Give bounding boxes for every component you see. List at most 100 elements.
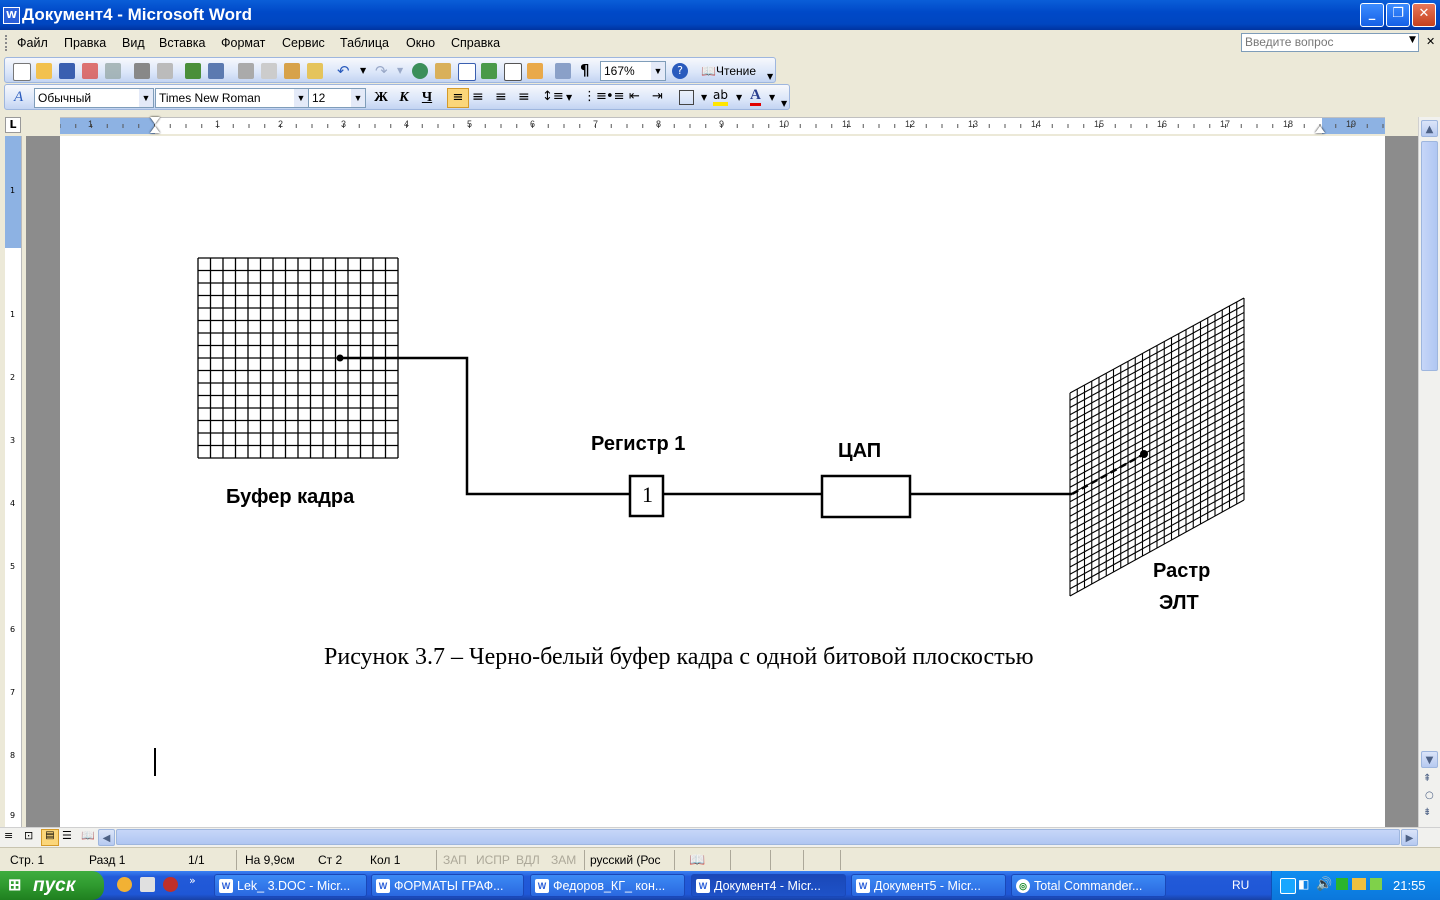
next-page-icon[interactable]: ⇟: [1423, 807, 1431, 818]
undo-icon[interactable]: ↶: [337, 62, 350, 80]
drawing-icon[interactable]: [527, 63, 543, 79]
task-lek3[interactable]: W Lek_ 3.DOC - Micr...: [214, 874, 367, 897]
scroll-left-button[interactable]: ◀: [98, 829, 115, 846]
status-record[interactable]: ЗАП: [443, 852, 467, 868]
status-language[interactable]: русский (Рос: [590, 852, 661, 868]
print-icon[interactable]: [134, 63, 150, 79]
redo-icon[interactable]: ↷: [375, 62, 388, 80]
ask-question-field[interactable]: Введите вопрос: [1241, 33, 1419, 52]
tray-clock[interactable]: 21:55: [1393, 878, 1426, 893]
bold-button[interactable]: Ж: [371, 89, 391, 107]
zoom-dropdown-icon[interactable]: ▼: [651, 62, 665, 80]
menu-format[interactable]: Формат: [221, 36, 265, 50]
permission-icon[interactable]: [82, 63, 98, 79]
font-size-select[interactable]: 12 ▼: [308, 88, 366, 108]
status-overtype[interactable]: ЗАМ: [551, 852, 576, 868]
open-folder-icon[interactable]: [36, 63, 52, 79]
web-view-icon[interactable]: ⊡: [24, 829, 33, 842]
style-select[interactable]: Обычный ▼: [34, 88, 154, 108]
line-spacing-icon[interactable]: ↕≡: [542, 89, 564, 104]
justify-button[interactable]: ≡: [518, 89, 530, 105]
cut-icon[interactable]: [238, 63, 254, 79]
line-spacing-dropdown-icon[interactable]: ▼: [566, 93, 572, 102]
print-preview-icon[interactable]: [157, 63, 173, 79]
menu-window[interactable]: Окно: [406, 36, 435, 50]
spelling-status-icon[interactable]: 📖: [689, 852, 705, 868]
menu-insert[interactable]: Вставка: [159, 36, 205, 50]
tray-safely-remove-icon[interactable]: [1352, 878, 1366, 890]
task-formaty[interactable]: W ФОРМАТЫ ГРАФ...: [371, 874, 524, 897]
spelling-icon[interactable]: [185, 63, 201, 79]
tray-volume-icon[interactable]: 🔊: [1316, 876, 1332, 892]
task-fedorov[interactable]: W Федоров_КГ_ кон...: [530, 874, 685, 897]
reading-layout-button[interactable]: 📖Чтение: [697, 61, 760, 81]
insert-table-icon[interactable]: [458, 63, 476, 81]
highlight-dropdown-icon[interactable]: ▼: [736, 93, 742, 102]
save-icon[interactable]: [59, 63, 75, 79]
paste-icon[interactable]: [284, 63, 300, 79]
font-color-dropdown-icon[interactable]: ▼: [769, 93, 775, 102]
status-track-changes[interactable]: ИСПР: [476, 852, 510, 868]
borders-dropdown-icon[interactable]: ▼: [701, 93, 707, 102]
horizontal-scrollbar[interactable]: ≡ ⊡ ▤ ☰ 📖 ◀ ▶: [0, 827, 1440, 847]
scroll-right-button[interactable]: ▶: [1401, 829, 1418, 846]
font-size-dropdown-icon[interactable]: ▼: [351, 89, 365, 107]
increase-indent-icon[interactable]: ⇥: [652, 89, 663, 104]
menu-file[interactable]: Файл: [17, 36, 48, 50]
align-center-button[interactable]: ≡: [472, 89, 484, 105]
font-dropdown-icon[interactable]: ▼: [294, 89, 308, 107]
format-painter-icon[interactable]: [307, 63, 323, 79]
close-button[interactable]: ✕: [1412, 3, 1436, 27]
italic-button[interactable]: К: [394, 89, 414, 107]
tables-borders-icon[interactable]: [435, 63, 451, 79]
quicklaunch-icon[interactable]: [117, 877, 132, 892]
word-app-icon[interactable]: W: [3, 7, 20, 24]
align-left-button[interactable]: ≡: [447, 88, 469, 108]
document-page[interactable]: Буфер кадра Регистр 1 1 ЦАП Растр ЭЛТ Ри…: [60, 136, 1385, 827]
first-line-indent-marker[interactable]: [150, 117, 160, 124]
minimize-button[interactable]: _: [1360, 3, 1384, 27]
task-document5[interactable]: W Документ5 - Micr...: [851, 874, 1006, 897]
ask-question-dropdown-icon[interactable]: ▼: [1409, 35, 1416, 45]
task-document4[interactable]: W Документ4 - Micr...: [691, 874, 846, 897]
tab-selector[interactable]: L: [5, 117, 21, 133]
horizontal-scroll-thumb[interactable]: [116, 829, 1400, 845]
normal-view-icon[interactable]: ≡: [4, 829, 13, 842]
style-dropdown-icon[interactable]: ▼: [139, 89, 153, 107]
previous-page-icon[interactable]: ⇞: [1423, 773, 1431, 784]
underline-button[interactable]: Ч: [417, 89, 437, 107]
task-total-commander[interactable]: ◎ Total Commander...: [1011, 874, 1166, 897]
menu-grip[interactable]: [5, 35, 10, 51]
numbering-icon[interactable]: ⋮≡: [583, 89, 607, 104]
menu-table[interactable]: Таблица: [340, 36, 389, 50]
undo-dropdown-icon[interactable]: ▼: [360, 66, 366, 75]
formatting-options-icon[interactable]: ▼: [781, 99, 787, 108]
font-color-icon[interactable]: A: [750, 87, 761, 106]
vertical-ruler[interactable]: 1 1 2 3 4 5 6 7 8 9: [5, 136, 22, 827]
align-right-button[interactable]: ≡: [495, 89, 507, 105]
show-desktop-icon[interactable]: [140, 877, 155, 892]
tray-nvidia-icon[interactable]: [1370, 878, 1382, 890]
columns-icon[interactable]: [504, 63, 522, 81]
redo-dropdown-icon[interactable]: ▼: [397, 66, 403, 75]
right-indent-marker[interactable]: [1315, 126, 1325, 133]
status-extend[interactable]: ВДЛ: [516, 852, 540, 868]
zoom-select[interactable]: 167% ▼: [600, 61, 666, 81]
new-document-icon[interactable]: [13, 63, 31, 81]
select-browse-object-icon[interactable]: ○: [1425, 790, 1434, 801]
maximize-button[interactable]: ❐: [1386, 3, 1410, 27]
menu-view[interactable]: Вид: [122, 36, 145, 50]
styles-formatting-icon[interactable]: A: [14, 89, 23, 106]
vertical-scroll-thumb[interactable]: [1421, 141, 1438, 371]
research-icon[interactable]: [208, 63, 224, 79]
scroll-down-button[interactable]: ▼: [1421, 751, 1438, 768]
tray-antivirus-icon[interactable]: ◧: [1298, 877, 1309, 891]
menu-help[interactable]: Справка: [451, 36, 500, 50]
document-map-icon[interactable]: [555, 63, 571, 79]
opera-icon[interactable]: [163, 877, 178, 892]
tray-network-icon[interactable]: [1280, 878, 1296, 894]
reading-view-icon[interactable]: 📖: [81, 829, 95, 842]
outline-view-icon[interactable]: ☰: [62, 829, 72, 842]
help-icon[interactable]: ?: [672, 63, 688, 79]
insert-excel-icon[interactable]: [481, 63, 497, 79]
